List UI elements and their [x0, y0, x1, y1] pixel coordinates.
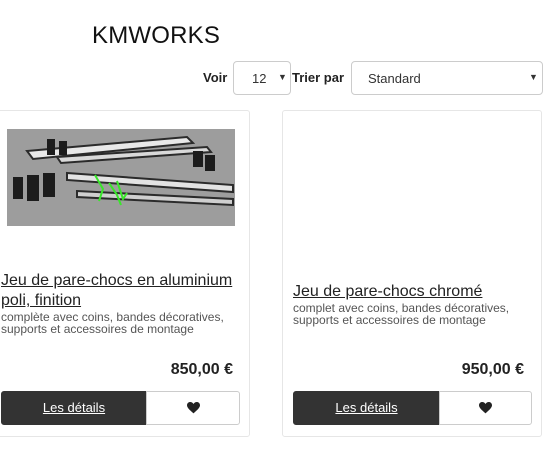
- store-brand: KMWORKS: [92, 22, 221, 49]
- wishlist-button[interactable]: [439, 391, 532, 425]
- product-card: Jeu de pare-chocs en aluminium poli, fin…: [0, 110, 250, 437]
- product-description: complet avec coins, bandes décoratives, …: [293, 301, 510, 327]
- chevron-down-icon: ▼: [278, 72, 287, 82]
- product-image[interactable]: [289, 129, 517, 226]
- details-button[interactable]: Les détails: [293, 391, 440, 425]
- per-page-select[interactable]: 12 ▼: [233, 61, 291, 95]
- listing-toolbar: Voir 12 ▼ Trier par Standard ▼: [0, 61, 555, 97]
- sort-value: Standard: [368, 71, 421, 86]
- product-image[interactable]: [7, 129, 235, 226]
- heart-icon: [186, 402, 200, 414]
- product-title[interactable]: Jeu de pare-chocs en aluminium poli, fin…: [1, 271, 241, 311]
- sort-select[interactable]: Standard ▼: [351, 61, 543, 95]
- chevron-down-icon: ▼: [529, 72, 538, 82]
- product-price: 850,00 €: [170, 361, 233, 378]
- show-label: Voir: [203, 70, 228, 85]
- product-price: 950,00 €: [461, 361, 524, 378]
- wishlist-button[interactable]: [146, 391, 240, 425]
- heart-icon: [479, 402, 492, 414]
- per-page-value: 12: [252, 71, 267, 86]
- product-description: complète avec coins, bandes décoratives,…: [1, 310, 224, 336]
- bumper-set-photo: [7, 129, 235, 226]
- product-card: Jeu de pare-chocs chromé complet avec co…: [282, 110, 542, 437]
- product-title[interactable]: Jeu de pare-chocs chromé: [293, 282, 533, 302]
- sort-label: Trier par: [292, 70, 345, 85]
- details-button[interactable]: Les détails: [1, 391, 147, 425]
